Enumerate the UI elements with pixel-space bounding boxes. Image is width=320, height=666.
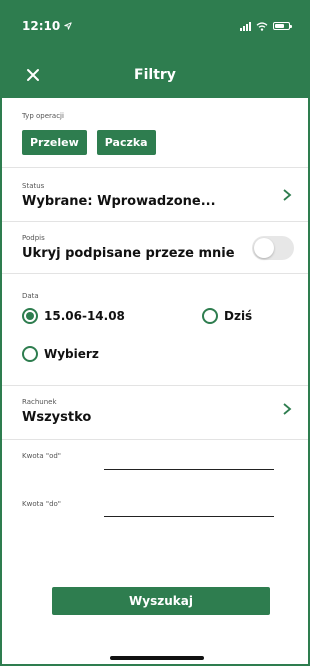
operation-type-label: Typ operacji bbox=[22, 112, 64, 120]
amount-section: Kwota "od" Kwota "do" bbox=[2, 440, 308, 550]
chevron-right-icon bbox=[283, 189, 292, 201]
radio-today-label: Dziś bbox=[224, 309, 253, 323]
search-button[interactable]: Wyszukaj bbox=[52, 587, 270, 615]
radio-checked-icon bbox=[22, 308, 38, 324]
account-label: Rachunek bbox=[22, 398, 57, 406]
signature-value: Ukryj podpisane przeze mnie bbox=[22, 246, 235, 261]
chip-przelew[interactable]: Przelew bbox=[22, 130, 87, 155]
radio-unchecked-icon bbox=[22, 346, 38, 362]
status-time: 12:10 bbox=[22, 19, 72, 33]
amount-to-label: Kwota "do" bbox=[22, 500, 62, 508]
radio-choose[interactable]: Wybierz bbox=[22, 346, 99, 362]
account-value: Wszystko bbox=[22, 410, 92, 425]
account-row[interactable]: Rachunek Wszystko bbox=[2, 386, 308, 440]
status-value: Wybrane: Wprowadzone... bbox=[22, 194, 216, 209]
nav-bar: Filtry bbox=[2, 52, 308, 98]
signature-row: Podpis Ukryj podpisane przeze mnie bbox=[2, 222, 308, 274]
status-label: Status bbox=[22, 182, 45, 190]
clock: 12:10 bbox=[22, 19, 61, 33]
home-indicator bbox=[110, 656, 204, 660]
radio-choose-label: Wybierz bbox=[44, 347, 99, 361]
signal-icon bbox=[240, 21, 251, 31]
app-frame: 12:10 Filtry Typ operacji Przelew Paczka… bbox=[0, 0, 310, 666]
location-arrow-icon bbox=[64, 22, 72, 30]
status-row[interactable]: Status Wybrane: Wprowadzone... bbox=[2, 168, 308, 222]
chip-paczka[interactable]: Paczka bbox=[96, 130, 156, 155]
hide-signed-toggle[interactable] bbox=[252, 236, 294, 260]
close-icon[interactable] bbox=[22, 64, 44, 86]
wifi-icon bbox=[256, 21, 268, 31]
date-section: Data 15.06-14.08 Dziś Wybierz bbox=[2, 274, 308, 386]
page-title: Filtry bbox=[134, 67, 176, 83]
radio-unchecked-icon bbox=[202, 308, 218, 324]
operation-type-chips: Przelew Paczka bbox=[22, 130, 288, 155]
radio-date-range-label: 15.06-14.08 bbox=[44, 309, 125, 323]
signature-label: Podpis bbox=[22, 234, 45, 242]
amount-from-input[interactable] bbox=[104, 452, 274, 470]
amount-from-label: Kwota "od" bbox=[22, 452, 62, 460]
amount-to-input[interactable] bbox=[104, 499, 274, 517]
radio-date-range[interactable]: 15.06-14.08 bbox=[22, 308, 125, 324]
operation-type-section: Typ operacji Przelew Paczka bbox=[2, 98, 308, 168]
status-bar: 12:10 bbox=[2, 0, 308, 52]
radio-today[interactable]: Dziś bbox=[202, 308, 252, 324]
toggle-knob bbox=[254, 238, 274, 258]
chevron-right-icon bbox=[283, 403, 292, 415]
battery-icon bbox=[273, 22, 292, 30]
system-icons bbox=[240, 21, 292, 31]
date-label: Data bbox=[22, 292, 39, 300]
